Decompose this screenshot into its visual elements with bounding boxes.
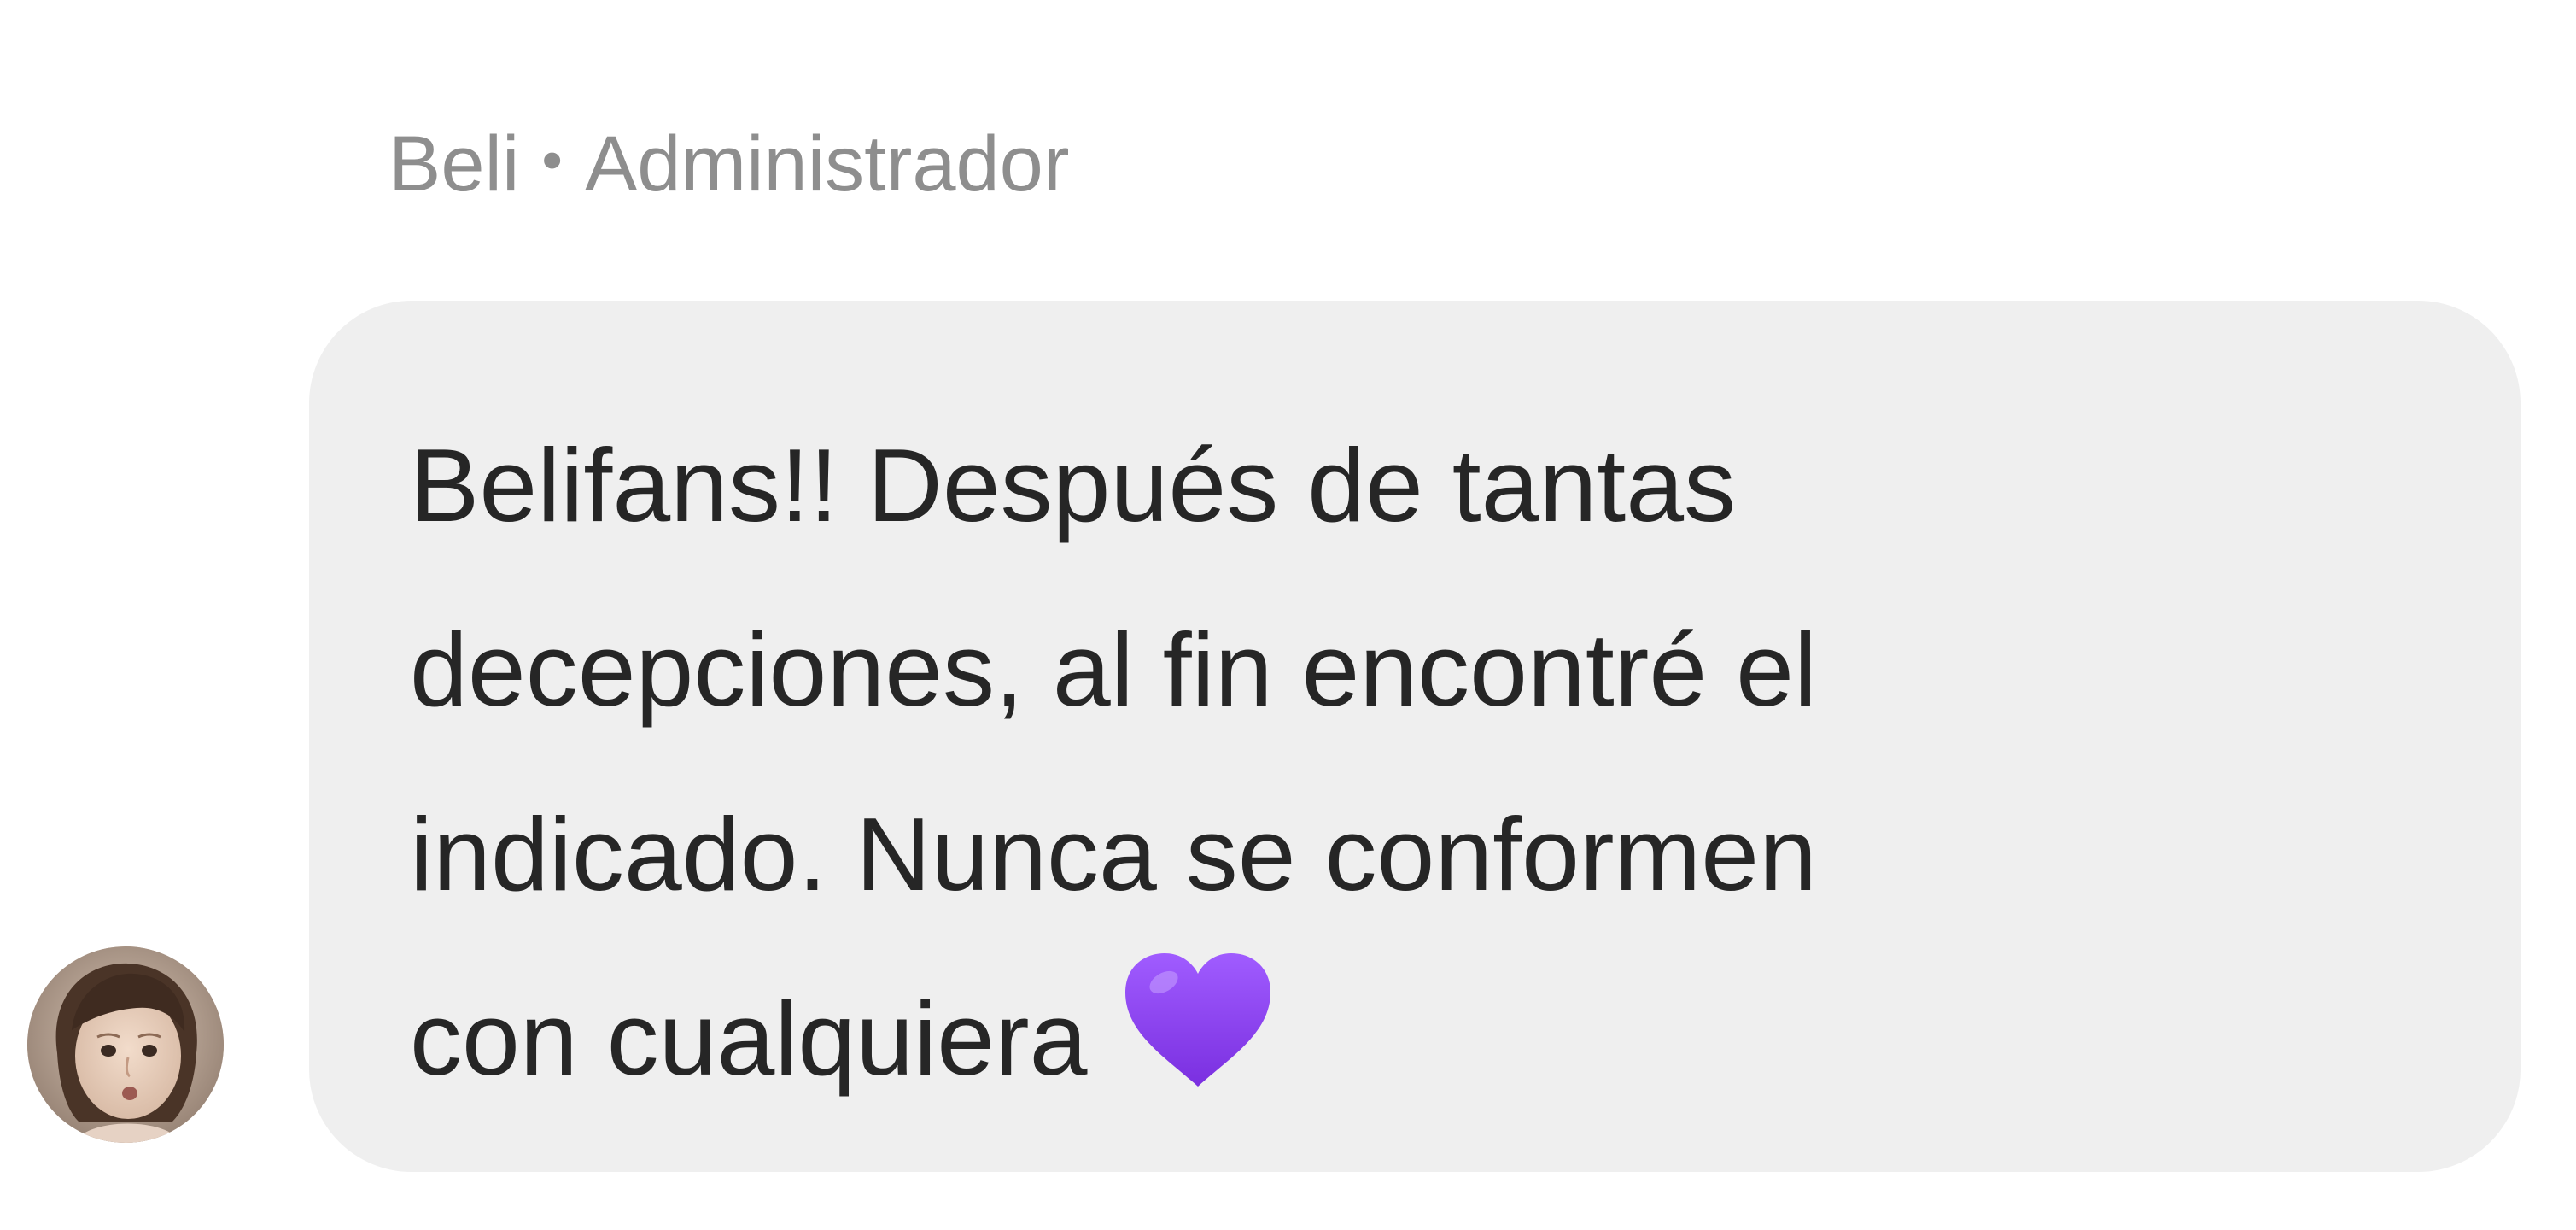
chat-message: Beli • Administrador Belifans!! Después …	[0, 0, 2576, 1230]
sender-role: Administrador	[584, 120, 1070, 208]
message-text: Belifans!! Después de tantas decepciones…	[410, 393, 2521, 1150]
message-line: con cualquiera	[410, 981, 1088, 1097]
avatar[interactable]	[27, 946, 224, 1143]
sender-name[interactable]: Beli	[388, 120, 519, 208]
message-bubble[interactable]: Belifans!! Después de tantas decepciones…	[309, 301, 2521, 1172]
message-line: Belifans!! Después de tantas	[410, 427, 1737, 543]
message-line: decepciones, al fin encontré el	[410, 612, 1818, 728]
child-portrait-avatar-icon	[27, 946, 224, 1143]
purple-heart-icon	[1117, 948, 1279, 1150]
separator-dot: •	[541, 126, 563, 193]
message-line: indicado. Nunca se conformen	[410, 796, 1817, 912]
sender-header: Beli • Administrador	[388, 120, 1069, 209]
